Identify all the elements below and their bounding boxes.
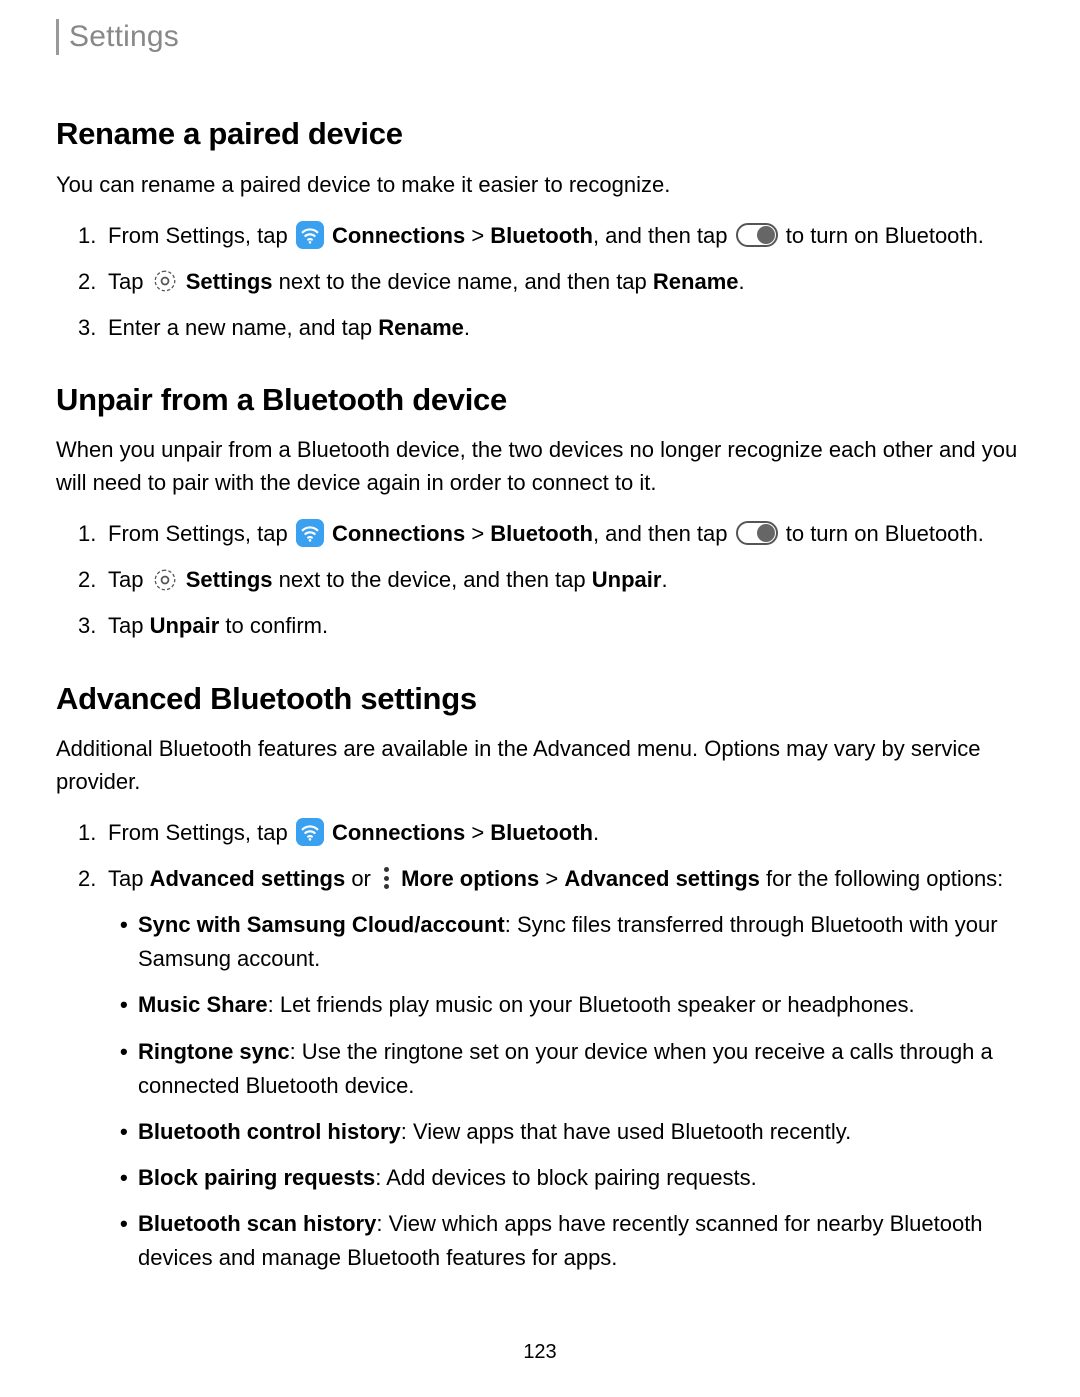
header-accent-bar (56, 19, 59, 55)
rename-steps: From Settings, tap Connections > Bluetoo… (56, 219, 1024, 345)
list-item: From Settings, tap Connections > Bluetoo… (108, 816, 1024, 850)
page-header: Settings (56, 0, 1024, 59)
advanced-steps: From Settings, tap Connections > Bluetoo… (56, 816, 1024, 1275)
toggle-icon (736, 223, 778, 247)
more-options-icon (381, 867, 391, 889)
gear-icon (152, 567, 178, 593)
list-item: Music Share: Let friends play music on y… (138, 988, 1024, 1022)
section-rename-heading: Rename a paired device (56, 111, 1024, 158)
list-item: From Settings, tap Connections > Bluetoo… (108, 219, 1024, 253)
advanced-options-list: Sync with Samsung Cloud/account: Sync fi… (108, 908, 1024, 1275)
list-item: Enter a new name, and tap Rename. (108, 311, 1024, 345)
list-item: Bluetooth control history: View apps tha… (138, 1115, 1024, 1149)
section-unpair-heading: Unpair from a Bluetooth device (56, 377, 1024, 424)
page-number: 123 (0, 1337, 1080, 1367)
header-title: Settings (69, 14, 179, 59)
list-item: Tap Settings next to the device name, an… (108, 265, 1024, 299)
list-item: Tap Settings next to the device, and the… (108, 563, 1024, 597)
section-rename-lead: You can rename a paired device to make i… (56, 168, 1024, 201)
unpair-steps: From Settings, tap Connections > Bluetoo… (56, 517, 1024, 643)
list-item: Sync with Samsung Cloud/account: Sync fi… (138, 908, 1024, 976)
section-advanced-lead: Additional Bluetooth features are availa… (56, 732, 1024, 798)
gear-icon (152, 268, 178, 294)
list-item: From Settings, tap Connections > Bluetoo… (108, 517, 1024, 551)
toggle-icon (736, 521, 778, 545)
section-advanced-heading: Advanced Bluetooth settings (56, 676, 1024, 723)
list-item: Tap Advanced settings or More options > … (108, 862, 1024, 1275)
list-item: Tap Unpair to confirm. (108, 609, 1024, 643)
section-unpair-lead: When you unpair from a Bluetooth device,… (56, 433, 1024, 499)
connections-icon (296, 221, 324, 249)
connections-icon (296, 519, 324, 547)
list-item: Block pairing requests: Add devices to b… (138, 1161, 1024, 1195)
list-item: Ringtone sync: Use the ringtone set on y… (138, 1035, 1024, 1103)
list-item: Bluetooth scan history: View which apps … (138, 1207, 1024, 1275)
connections-icon (296, 818, 324, 846)
